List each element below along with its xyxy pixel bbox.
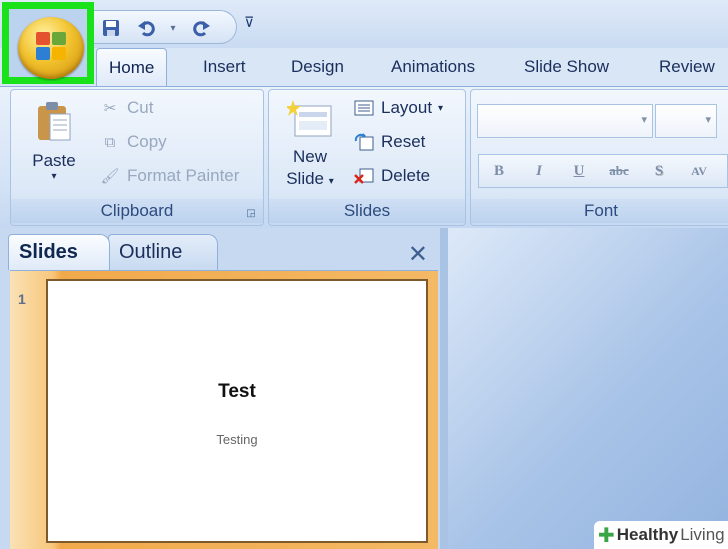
slides-pane: Outline Slides ✕ 1 Test Testing (0, 228, 440, 549)
paste-label: Paste (32, 151, 76, 170)
bold-button[interactable]: B (479, 163, 519, 180)
office-button[interactable] (18, 17, 84, 79)
ribbon: Paste ▾ ✂ Cut ⧉ Copy 🖌 Format Painter Cl… (0, 86, 728, 228)
layout-label: Layout (381, 98, 433, 117)
slide-subtitle: Testing (216, 432, 258, 447)
slide-title: Test (218, 381, 256, 402)
watermark-light: Living (680, 525, 725, 544)
tab-slide-show[interactable]: Slide Show (524, 48, 609, 86)
italic-button[interactable]: I (519, 163, 559, 180)
new-slide-label-2: Slide (286, 169, 325, 188)
slides-group-label: Slides (269, 199, 465, 223)
layout-button[interactable]: Layout ▾ (353, 98, 443, 118)
delete-icon (353, 166, 375, 186)
watermark-bold: Healthy (616, 525, 679, 544)
format-painter-label: Format Painter (127, 166, 240, 185)
undo-icon[interactable] (136, 17, 158, 39)
paste-icon (38, 102, 71, 141)
new-slide-icon (285, 100, 332, 137)
paste-button[interactable]: Paste ▾ (25, 100, 83, 182)
slide-editing-area[interactable] (448, 228, 728, 549)
copy-button[interactable]: ⧉ Copy (99, 132, 167, 152)
tab-home[interactable]: Home (96, 48, 168, 86)
tab-review[interactable]: Review (659, 48, 715, 86)
reset-button[interactable]: Reset (353, 132, 425, 152)
format-painter-button[interactable]: 🖌 Format Painter (99, 166, 239, 186)
clipboard-group-label: Clipboard (11, 199, 263, 223)
ribbon-tabs: Home Insert Design Animations Slide Show… (96, 48, 728, 86)
pane-splitter[interactable] (440, 228, 448, 549)
tab-slides[interactable]: Slides (8, 234, 110, 270)
slides-group: New Slide ▾ Layout ▾ Reset Delete Slides (268, 89, 466, 226)
cut-label: Cut (127, 98, 154, 117)
chevron-down-icon: ▾ (328, 176, 334, 187)
leaf-icon: ✚ (598, 524, 615, 547)
clipboard-group: Paste ▾ ✂ Cut ⧉ Copy 🖌 Format Painter Cl… (10, 89, 264, 226)
reset-icon (353, 132, 375, 152)
reset-label: Reset (381, 132, 426, 151)
tab-outline[interactable]: Outline (108, 234, 218, 270)
copy-icon: ⧉ (104, 133, 116, 151)
layout-icon (353, 98, 375, 118)
cut-button[interactable]: ✂ Cut (99, 98, 154, 118)
title-bar: ▾ ⊽ (0, 0, 728, 48)
slide-number: 1 (18, 291, 26, 307)
tab-animations[interactable]: Animations (391, 48, 475, 86)
delete-label: Delete (381, 166, 431, 185)
font-format-row: B I U abc S AV (478, 154, 728, 188)
pane-tabs: Outline Slides ✕ (8, 234, 440, 270)
new-slide-button[interactable]: New Slide ▾ (279, 100, 341, 193)
tab-design[interactable]: Design (291, 48, 344, 86)
close-icon[interactable]: ✕ (408, 240, 428, 269)
new-slide-label-1: New (292, 147, 327, 166)
powerpoint-window: ▾ ⊽ Home Insert Design Animations Slide … (0, 0, 728, 549)
character-spacing-button[interactable]: AV (679, 164, 719, 179)
font-size-combo[interactable]: ▾ (655, 104, 717, 138)
watermark: ✚ Healthy Living (594, 521, 728, 549)
dialog-launcher-icon[interactable]: ◲ (245, 208, 257, 220)
font-group-label: Font (471, 199, 728, 223)
font-name-combo[interactable]: ▾ (477, 104, 653, 138)
chevron-down-icon: ▾ (51, 171, 57, 182)
copy-label: Copy (127, 132, 167, 151)
chevron-down-icon: ▾ (438, 102, 444, 114)
slide-thumbnail[interactable]: Test Testing (46, 279, 428, 543)
underline-button[interactable]: U (559, 163, 599, 180)
chevron-down-icon: ▾ (705, 114, 711, 126)
scissors-icon: ✂ (103, 100, 117, 117)
strikethrough-button[interactable]: abc (599, 163, 639, 179)
office-logo-icon (36, 32, 68, 62)
redo-icon[interactable] (190, 17, 212, 39)
tab-insert[interactable]: Insert (203, 48, 246, 86)
customize-dropdown-icon[interactable]: ⊽ (244, 14, 254, 31)
undo-dropdown-icon[interactable]: ▾ (162, 17, 184, 39)
delete-button[interactable]: Delete (353, 166, 430, 186)
shadow-button[interactable]: S (639, 163, 679, 180)
slide-thumbnails: 1 Test Testing (10, 270, 438, 549)
paintbrush-icon: 🖌 (100, 168, 120, 185)
chevron-down-icon: ▾ (641, 114, 647, 126)
office-button-highlight (2, 2, 94, 84)
save-icon[interactable] (100, 17, 122, 39)
quick-access-toolbar: ▾ (92, 10, 237, 44)
